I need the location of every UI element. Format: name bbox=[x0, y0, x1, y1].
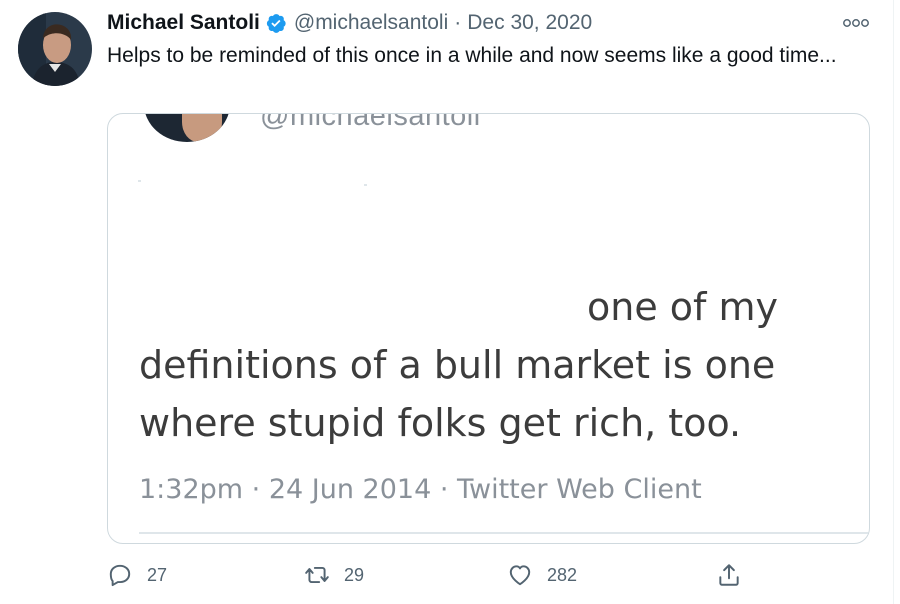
share-icon bbox=[719, 564, 739, 586]
tweet-meta: @michaelsantoli · Dec 30, 2020 bbox=[294, 11, 592, 35]
screenshot-avatar bbox=[144, 114, 230, 142]
tweet-text: Helps to be reminded of this once in a w… bbox=[107, 44, 837, 67]
screenshot-timestamp: 1:32pm · 24 Jun 2014 · Twitter Web Clien… bbox=[139, 474, 702, 505]
quote-line-1: one of my bbox=[587, 285, 779, 329]
reply-count: 27 bbox=[147, 564, 168, 585]
like-button[interactable]: 282 bbox=[507, 560, 577, 590]
heart-icon bbox=[509, 565, 531, 586]
like-count: 282 bbox=[547, 564, 578, 585]
tweet-date[interactable]: Dec 30, 2020 bbox=[467, 11, 592, 34]
verified-badge-icon bbox=[265, 12, 287, 34]
artifact-dot bbox=[138, 180, 141, 182]
avatar[interactable] bbox=[18, 12, 92, 86]
retweet-button[interactable]: 29 bbox=[304, 560, 364, 590]
reply-icon bbox=[109, 564, 131, 587]
embedded-screenshot[interactable]: @michaelsantoli one of my definitions of… bbox=[107, 113, 870, 544]
quote-line-3: where stupid folks get rich, too. bbox=[139, 401, 742, 445]
screenshot-handle: @michaelsantoli bbox=[260, 113, 481, 132]
share-button[interactable] bbox=[716, 560, 742, 590]
action-bar: 27 29 282 bbox=[107, 560, 747, 590]
screenshot-quote: one of my definitions of a bull market i… bbox=[139, 278, 859, 452]
retweet-count: 29 bbox=[344, 564, 365, 585]
handle[interactable]: @michaelsantoli bbox=[294, 11, 448, 34]
artifact-dot bbox=[364, 184, 367, 186]
tweet-header: Michael Santoli @michaelsantoli · Dec 30, … bbox=[107, 10, 592, 36]
more-options-icon[interactable] bbox=[843, 14, 869, 32]
retweet-icon bbox=[305, 566, 329, 584]
reply-button[interactable]: 27 bbox=[107, 560, 167, 590]
display-name[interactable]: Michael Santoli bbox=[107, 11, 260, 35]
tweet-card: Michael Santoli @michaelsantoli · Dec 30, … bbox=[0, 0, 900, 604]
meta-separator: · bbox=[454, 11, 462, 34]
timeline-divider bbox=[893, 0, 894, 604]
quote-line-2: definitions of a bull market is one bbox=[139, 343, 776, 387]
screenshot-divider bbox=[139, 532, 869, 534]
